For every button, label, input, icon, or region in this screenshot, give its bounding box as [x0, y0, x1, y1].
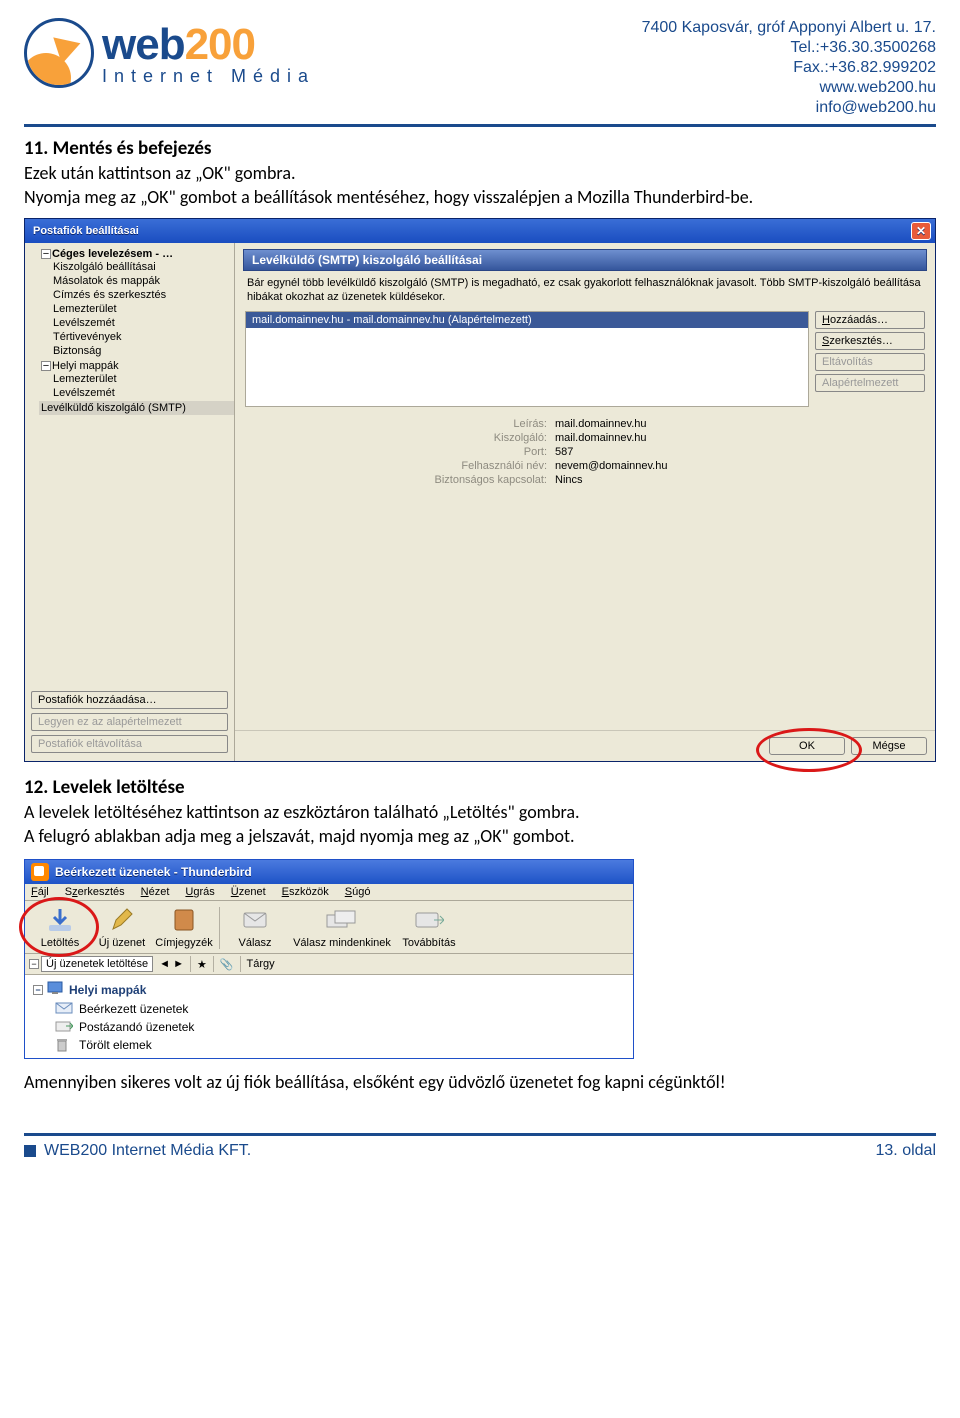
- tb-toolbar: Letöltés Új üzenet Címjegyzék Válasz Vál…: [25, 901, 633, 954]
- section-11-p2: Nyomja meg az „OK" gombot a beállítások …: [24, 186, 936, 208]
- smtp-add-button[interactable]: Hozzáadás…: [815, 311, 925, 329]
- closing-text: Amennyiben sikeres volt az új fiók beáll…: [24, 1071, 936, 1093]
- thunderbird-window: Beérkezett üzenetek - Thunderbird Fájl S…: [24, 859, 634, 1059]
- menu-help[interactable]: Súgó: [345, 886, 371, 898]
- smtp-remove-button: Eltávolítás: [815, 353, 925, 371]
- download-icon: [42, 905, 78, 935]
- tree-item-smtp[interactable]: Levélküldő kiszolgáló (SMTP): [39, 401, 234, 415]
- tree-item[interactable]: Másolatok és mappák: [51, 274, 232, 288]
- forward-button[interactable]: Továbbítás: [398, 903, 460, 953]
- menu-go[interactable]: Ugrás: [185, 886, 214, 898]
- footer-square-icon: [24, 1145, 36, 1157]
- contact-line: www.web200.hu: [642, 78, 936, 98]
- smtp-help-text: Bár egynél több levélküldő kiszolgáló (S…: [235, 275, 935, 311]
- menu-message[interactable]: Üzenet: [231, 886, 266, 898]
- set-default-account-button: Legyen ez az alapértelmezett: [31, 713, 228, 731]
- tree-item[interactable]: Biztonság: [51, 344, 232, 358]
- close-icon[interactable]: ✕: [911, 222, 931, 240]
- tree-item[interactable]: Kiszolgáló beállításai: [51, 260, 232, 274]
- tb-folder-tree[interactable]: − Helyi mappák Beérkezett üzenetek Postá…: [25, 975, 633, 1058]
- section-12-title: 12. Levelek letöltése: [24, 776, 936, 799]
- cancel-button[interactable]: Mégse: [851, 737, 927, 755]
- smtp-edit-button[interactable]: Szerkesztés…: [815, 332, 925, 350]
- menu-view[interactable]: Nézet: [141, 886, 170, 898]
- attachment-icon[interactable]: 📎: [220, 958, 234, 971]
- download-button[interactable]: Letöltés: [29, 903, 91, 953]
- folder-trash[interactable]: Törölt elemek: [51, 1036, 633, 1054]
- contact-line: Fax.:+36.82.999202: [642, 58, 936, 78]
- section-12-p2: A felugró ablakban adja meg a jelszavát,…: [24, 825, 936, 847]
- add-account-button[interactable]: Postafiók hozzáadása…: [31, 691, 228, 709]
- dialog-title: Postafiók beállításai: [33, 225, 139, 237]
- tree-item[interactable]: Lemezterület: [51, 302, 232, 316]
- logo-text: web: [102, 20, 185, 69]
- tree-local-root[interactable]: Helyi mappák: [52, 360, 119, 372]
- footer-page-number: 13. oldal: [876, 1142, 937, 1160]
- menu-tools[interactable]: Eszközök: [282, 886, 329, 898]
- subject-column[interactable]: Tárgy: [247, 958, 275, 970]
- reply-button[interactable]: Válasz: [224, 903, 286, 953]
- tb-menubar[interactable]: Fájl Szerkesztés Nézet Ugrás Üzenet Eszk…: [25, 884, 633, 901]
- footer-divider: [24, 1133, 936, 1136]
- logo: web200 Internet Média: [24, 18, 315, 88]
- smtp-server-list[interactable]: mail.domainnev.hu - mail.domainnev.hu (A…: [245, 311, 809, 407]
- remove-account-button: Postafiók eltávolítása: [31, 735, 228, 753]
- tree-item[interactable]: Lemezterület: [51, 372, 232, 386]
- reply-icon: [237, 905, 273, 935]
- contact-line: Tel.:+36.30.3500268: [642, 38, 936, 58]
- page-header: web200 Internet Média 7400 Kaposvár, gró…: [24, 18, 936, 118]
- pencil-icon: [104, 905, 140, 935]
- page-footer: WEB200 Internet Média KFT. 13. oldal: [24, 1142, 936, 1174]
- inbox-icon: [55, 1002, 73, 1016]
- folder-outbox[interactable]: Postázandó üzenetek: [51, 1018, 633, 1036]
- logo-mark-icon: [24, 18, 94, 88]
- menu-edit[interactable]: Szerkesztés: [65, 886, 125, 898]
- contact-line: 7400 Kaposvár, gróf Apponyi Albert u. 17…: [642, 18, 936, 38]
- account-settings-dialog: Postafiók beállításai ✕ −Céges levelezés…: [24, 218, 936, 762]
- star-icon[interactable]: ★: [197, 958, 207, 971]
- download-new-link[interactable]: Új üzenetek letöltése: [41, 956, 153, 972]
- nav-arrows[interactable]: ◄ ►: [159, 958, 184, 970]
- tree-account-root[interactable]: Céges levelezésem - …: [52, 248, 173, 260]
- dialog-titlebar[interactable]: Postafiók beállításai ✕: [25, 219, 935, 243]
- addressbook-button[interactable]: Címjegyzék: [153, 903, 215, 953]
- outbox-icon: [55, 1020, 73, 1034]
- book-icon: [166, 905, 202, 935]
- new-message-button[interactable]: Új üzenet: [91, 903, 153, 953]
- header-divider: [24, 124, 936, 127]
- contact-line: info@web200.hu: [642, 98, 936, 118]
- folder-inbox[interactable]: Beérkezett üzenetek: [51, 1000, 633, 1018]
- tb-titlebar[interactable]: Beérkezett üzenetek - Thunderbird: [25, 860, 633, 884]
- reply-all-button[interactable]: Válasz mindenkinek: [286, 903, 398, 953]
- logo-subtitle: Internet Média: [102, 66, 315, 87]
- ok-button[interactable]: OK: [769, 737, 845, 755]
- tree-item[interactable]: Levélszemét: [51, 316, 232, 330]
- contact-block: 7400 Kaposvár, gróf Apponyi Albert u. 17…: [642, 18, 936, 118]
- footer-company: WEB200 Internet Média KFT.: [44, 1142, 251, 1160]
- forward-icon: [411, 905, 447, 935]
- logo-text-2: 200: [185, 20, 255, 69]
- monitor-icon: [47, 981, 65, 998]
- reply-all-icon: [324, 905, 360, 935]
- account-tree[interactable]: −Céges levelezésem - … Kiszolgáló beállí…: [25, 247, 234, 415]
- tree-item[interactable]: Levélszemét: [51, 386, 232, 400]
- smtp-details: Leírás:mail.domainnev.hu Kiszolgáló:mail…: [235, 407, 935, 497]
- tree-item[interactable]: Címzés és szerkesztés: [51, 288, 232, 302]
- thunderbird-icon: [31, 863, 49, 881]
- section-11-title: 11. Mentés és befejezés: [24, 137, 936, 160]
- tree-item[interactable]: Tértivevények: [51, 330, 232, 344]
- smtp-default-button: Alapértelmezett: [815, 374, 925, 392]
- menu-file[interactable]: Fájl: [31, 886, 49, 898]
- tb-title: Beérkezett üzenetek - Thunderbird: [55, 865, 252, 879]
- section-11-p1: Ezek után kattintson az „OK" gombra.: [24, 162, 936, 184]
- trash-icon: [55, 1038, 73, 1052]
- section-12-p1: A levelek letöltéséhez kattintson az esz…: [24, 801, 936, 823]
- smtp-list-item[interactable]: mail.domainnev.hu - mail.domainnev.hu (A…: [246, 312, 808, 328]
- smtp-panel-heading: Levélküldő (SMTP) kiszolgáló beállításai: [243, 249, 927, 271]
- tb-subtoolbar: − Új üzenetek letöltése ◄ ► ★ 📎 Tárgy: [25, 954, 633, 975]
